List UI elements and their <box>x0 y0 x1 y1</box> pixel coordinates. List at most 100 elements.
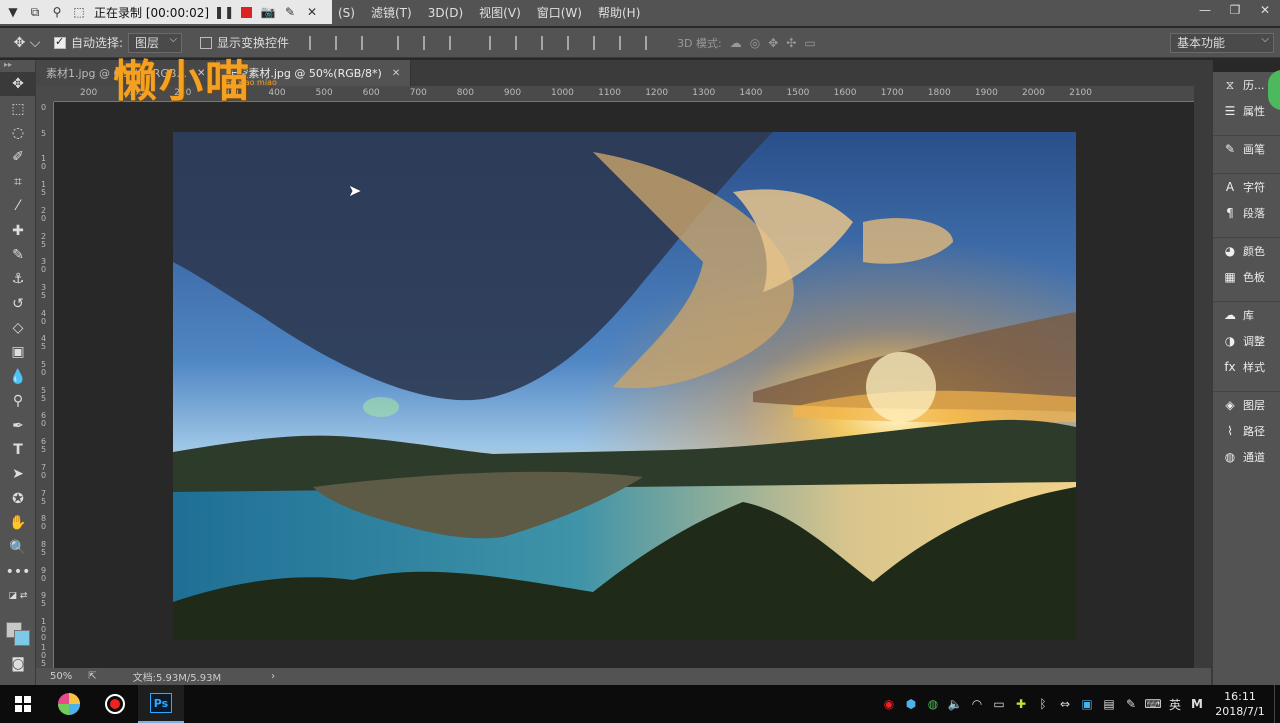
sunset-landscape-image[interactable] <box>173 132 1076 640</box>
photoshop-taskbar-button[interactable]: Ps <box>138 685 184 723</box>
distribute-vcenter-icon[interactable] <box>515 35 529 50</box>
brush-tool-icon[interactable]: ✎ <box>0 243 36 267</box>
move-tool-preset-icon[interactable]: ✥ ⌵ <box>0 35 54 51</box>
recorder-app-icon[interactable] <box>92 685 138 723</box>
menu-view[interactable]: 视图(V) <box>471 0 529 26</box>
distribute-hcenter-icon[interactable] <box>593 35 607 50</box>
ime-mode-icon[interactable]: M <box>1188 695 1206 713</box>
dock-swatches[interactable]: ▦ 色板 <box>1213 264 1280 290</box>
dock-paths[interactable]: ⌇ 路径 <box>1213 418 1280 444</box>
distribute-bottom-icon[interactable] <box>541 35 555 50</box>
lasso-tool-icon[interactable]: ◌ <box>0 121 36 145</box>
update-icon[interactable]: ✚ <box>1012 695 1030 713</box>
volume-icon[interactable]: 🔈 <box>946 695 964 713</box>
restore-icon[interactable]: ❐ <box>1220 0 1250 20</box>
wifi-icon[interactable]: ◠ <box>968 695 986 713</box>
ruler-origin[interactable] <box>36 86 54 102</box>
background-color-swatch[interactable] <box>14 630 30 646</box>
app-blue-icon[interactable]: ▣ <box>1078 695 1096 713</box>
close-recorder-icon[interactable]: ✕ <box>305 5 319 19</box>
vertical-scrollbar[interactable] <box>1194 86 1211 668</box>
marquee-tool-icon[interactable]: ⬚ <box>0 96 36 120</box>
app-tray-icon[interactable]: ⬢ <box>902 695 920 713</box>
dock-styles[interactable]: fx 样式 <box>1213 354 1280 380</box>
align-vcenter-icon[interactable] <box>335 35 349 50</box>
menu-select[interactable]: (S) <box>330 0 363 26</box>
distribute-top-icon[interactable] <box>489 35 503 50</box>
record-tray-icon[interactable]: ◉ <box>880 695 898 713</box>
menu-help[interactable]: 帮助(H) <box>590 0 648 26</box>
dock-character[interactable]: A 字符 <box>1213 174 1280 200</box>
auto-align-icon[interactable] <box>645 35 659 50</box>
hand-tool-icon[interactable]: ✋ <box>0 511 36 535</box>
auto-select-checkbox[interactable] <box>54 35 66 49</box>
distribute-right-icon[interactable] <box>619 35 633 50</box>
ime-indicator[interactable]: 英 <box>1166 695 1184 713</box>
dock-brush[interactable]: ✎ 画笔 <box>1213 136 1280 162</box>
fullscreen-icon[interactable]: ⧉ <box>28 5 42 19</box>
battery-icon[interactable]: ▭ <box>990 695 1008 713</box>
pause-icon[interactable]: ❚❚ <box>214 5 234 19</box>
eyedropper-tool-icon[interactable]: ⁄ <box>0 194 36 218</box>
align-left-icon[interactable] <box>397 35 411 50</box>
3d-mode-icons[interactable]: ☁◎✥✣▭ <box>730 36 824 50</box>
stop-button[interactable] <box>239 5 253 19</box>
healing-brush-tool-icon[interactable]: ✚ <box>0 218 36 242</box>
align-top-icon[interactable] <box>309 35 323 50</box>
more-tools-icon[interactable]: ••• <box>0 560 36 584</box>
export-icon[interactable]: ⇱ <box>88 671 96 682</box>
eraser-tool-icon[interactable]: ◇ <box>0 316 36 340</box>
vertical-ruler[interactable]: 0 5 1 0 1 5 2 0 2 5 3 0 3 5 4 0 4 5 5 0 5 5 6 0 6 5 7 … <box>36 102 54 670</box>
align-bottom-icon[interactable] <box>361 35 375 50</box>
search-icon[interactable]: ⚲ <box>50 5 64 19</box>
workspace-dropdown[interactable]: 基本功能 <box>1170 31 1274 53</box>
dodge-tool-icon[interactable]: ⚲ <box>0 389 36 413</box>
collapse-icon[interactable]: ▼ <box>6 5 20 19</box>
floating-badge[interactable] <box>1268 70 1280 110</box>
start-button[interactable] <box>0 685 46 723</box>
quick-mask-icon[interactable]: ◙ <box>0 652 36 676</box>
zoom-tool-icon[interactable]: 🔍 <box>0 535 36 559</box>
close-icon[interactable]: ✕ <box>1250 0 1280 20</box>
shape-tool-icon[interactable]: ✪ <box>0 487 36 511</box>
pen-tool-icon[interactable]: ✒ <box>0 413 36 437</box>
close-tab-icon[interactable]: ✕ <box>392 68 400 79</box>
dock-channels[interactable]: ◍ 通道 <box>1213 444 1280 470</box>
swap-colors-icon[interactable]: ◪ ⇄ <box>0 584 36 608</box>
panel-grip-icon[interactable]: ▸▸ <box>0 60 35 72</box>
zoom-level[interactable]: 50% <box>50 671 72 682</box>
menu-filter[interactable]: 滤镜(T) <box>363 0 420 26</box>
auto-select-dropdown[interactable]: 图层 <box>128 31 183 53</box>
path-select-tool-icon[interactable]: ➤ <box>0 462 36 486</box>
dock-color[interactable]: ◕ 颜色 <box>1213 238 1280 264</box>
dock-layers[interactable]: ◈ 图层 <box>1213 392 1280 418</box>
camera-icon[interactable]: 📷 <box>261 5 276 19</box>
clone-stamp-tool-icon[interactable]: ⚓ <box>0 267 36 291</box>
type-tool-icon[interactable]: T <box>0 438 36 462</box>
gradient-tool-icon[interactable]: ▣ <box>0 340 36 364</box>
wechat-icon[interactable]: ◍ <box>924 695 942 713</box>
keyboard-icon[interactable]: ⌨ <box>1144 695 1162 713</box>
display-icon[interactable]: ▤ <box>1100 695 1118 713</box>
menu-window[interactable]: 窗口(W) <box>529 0 590 26</box>
bluetooth-icon[interactable]: ᛒ <box>1034 695 1052 713</box>
pen-icon[interactable]: ✎ <box>283 5 297 19</box>
show-desktop-button[interactable] <box>1274 685 1280 723</box>
network-icon[interactable]: ⇔ <box>1056 695 1074 713</box>
align-right-icon[interactable] <box>449 35 463 50</box>
color-app-icon[interactable] <box>46 685 92 723</box>
clock[interactable]: 16:11 2018/7/1 <box>1210 689 1270 719</box>
move-tool-icon[interactable]: ✥ <box>0 72 36 97</box>
dock-adjustments[interactable]: ◑ 调整 <box>1213 328 1280 354</box>
show-transform-checkbox[interactable] <box>200 36 213 49</box>
align-hcenter-icon[interactable] <box>423 35 437 50</box>
dock-paragraph[interactable]: ¶ 段落 <box>1213 200 1280 226</box>
history-brush-tool-icon[interactable]: ↺ <box>0 292 36 316</box>
dock-libraries[interactable]: ☁ 库 <box>1213 302 1280 328</box>
status-menu-icon[interactable]: › <box>271 671 275 682</box>
crop-tool-icon[interactable]: ⌗ <box>0 170 36 194</box>
menu-3d[interactable]: 3D(D) <box>420 0 471 26</box>
pen-tray-icon[interactable]: ✎ <box>1122 695 1140 713</box>
distribute-left-icon[interactable] <box>567 35 581 50</box>
blur-tool-icon[interactable]: 💧 <box>0 365 36 389</box>
